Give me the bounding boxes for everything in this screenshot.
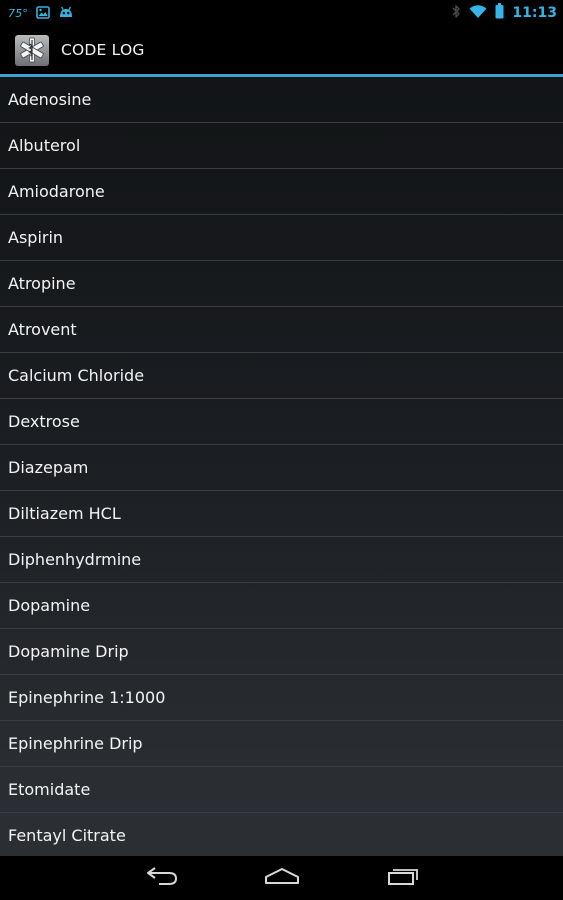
recent-apps-button[interactable] (378, 864, 428, 892)
status-right: 11:13 (451, 3, 557, 23)
bluetooth-icon (451, 4, 461, 23)
app-title: CODE LOG (61, 41, 145, 59)
drug-list-item[interactable]: Adenosine (0, 77, 563, 123)
battery-icon (495, 3, 504, 23)
drug-list-item[interactable]: Epinephrine Drip (0, 721, 563, 767)
android-notification-icon (58, 4, 74, 23)
drug-list-item[interactable]: Atrovent (0, 307, 563, 353)
drug-list-item[interactable]: Dopamine Drip (0, 629, 563, 675)
navigation-bar (0, 856, 563, 900)
drug-list: Adenosine Albuterol Amiodarone Aspirin Atrop… (0, 77, 563, 859)
clock: 11:13 (512, 5, 557, 21)
temperature-label: 75° (8, 6, 29, 20)
screen: 75° 11:13 CODE LOG Adenosine Albuterol A… (0, 0, 563, 900)
drug-list-item[interactable]: Diphenhydrmine (0, 537, 563, 583)
drug-list-item[interactable]: Calcium Chloride (0, 353, 563, 399)
drug-list-item[interactable]: Fentayl Citrate (0, 813, 563, 859)
drug-list-item[interactable]: Atropine (0, 261, 563, 307)
action-bar: CODE LOG (0, 26, 563, 74)
drug-list-item[interactable]: Aspirin (0, 215, 563, 261)
drug-list-item[interactable]: Albuterol (0, 123, 563, 169)
home-icon (264, 866, 300, 890)
gallery-notification-icon (36, 4, 50, 23)
status-bar: 75° 11:13 (0, 0, 563, 26)
drug-list-item[interactable]: Amiodarone (0, 169, 563, 215)
back-button[interactable] (137, 864, 187, 892)
home-button[interactable] (257, 864, 307, 892)
recent-apps-icon (386, 866, 420, 890)
drug-list-item[interactable]: Dopamine (0, 583, 563, 629)
drug-list-item[interactable]: Etomidate (0, 767, 563, 813)
drug-list-item[interactable]: Diltiazem HCL (0, 491, 563, 537)
wifi-icon (469, 4, 487, 23)
status-left: 75° (8, 4, 74, 22)
star-of-life-icon[interactable] (14, 32, 50, 68)
drug-list-item[interactable]: Epinephrine 1:1000 (0, 675, 563, 721)
drug-list-item[interactable]: Diazepam (0, 445, 563, 491)
back-icon (145, 866, 179, 890)
drug-list-item[interactable]: Dextrose (0, 399, 563, 445)
